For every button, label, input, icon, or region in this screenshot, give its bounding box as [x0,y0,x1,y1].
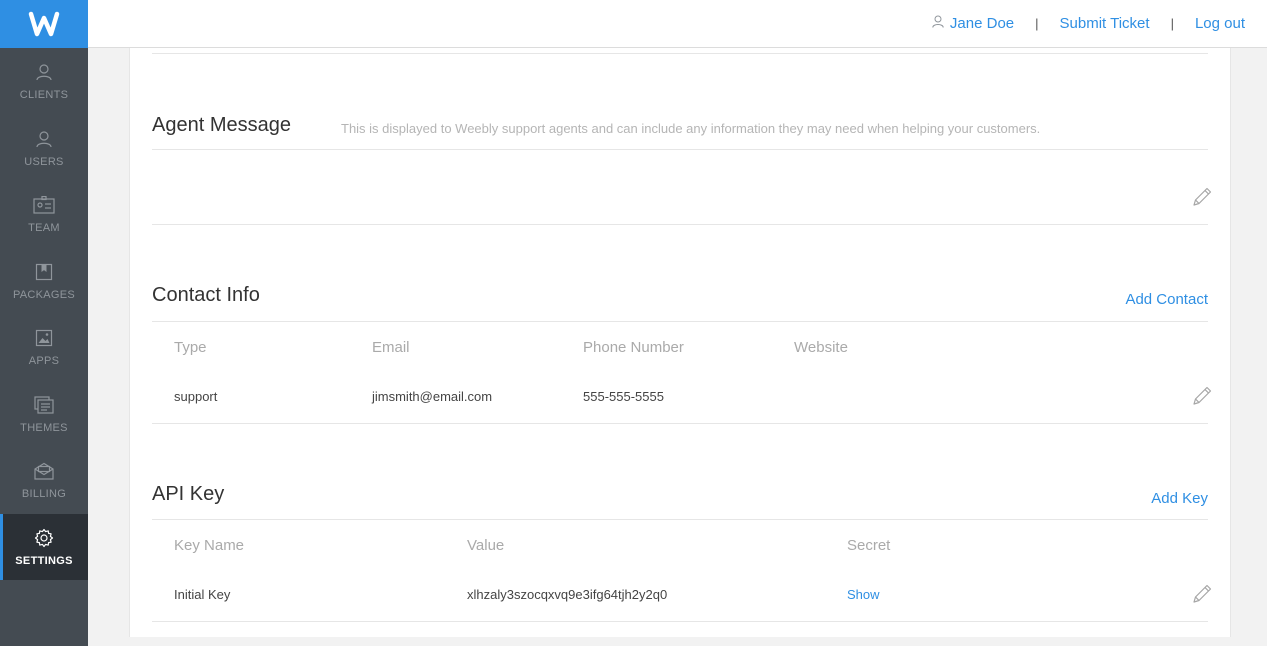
api-key-value-cell: xlhzaly3szocqxvq9e3ifg64tjh2y2q0 [467,587,668,602]
agent-message-title: Agent Message [152,114,291,136]
divider [152,321,1208,322]
column-header-type: Type [174,339,207,356]
agent-message-description: This is displayed to Weebly support agen… [341,121,1041,136]
package-icon [33,261,55,283]
edit-contact-pencil-icon[interactable] [1190,384,1214,408]
sidebar-item-apps[interactable]: APPS [0,314,88,381]
header-separator: | [1170,16,1174,31]
settings-card: Agent Message This is displayed to Weebl… [129,48,1231,637]
sidebar-item-settings[interactable]: SETTINGS [0,513,88,580]
weebly-w-icon [28,11,60,37]
sidebar-item-label: CLIENTS [19,89,69,102]
user-name: Jane Doe [949,15,1015,32]
add-contact-button[interactable]: Add Contact [1125,291,1208,308]
user-icon [932,15,944,32]
sidebar-item-packages[interactable]: PACKAGES [0,248,88,315]
divider [152,149,1208,150]
sidebar-item-label: APPS [28,355,60,368]
edit-agent-message-pencil-icon[interactable] [1190,185,1214,209]
weebly-logo[interactable] [0,0,88,48]
sidebar-item-themes[interactable]: THEMES [0,381,88,448]
edit-api-key-pencil-icon[interactable] [1190,582,1214,606]
divider [152,519,1208,520]
api-key-name-cell: Initial Key [174,587,231,602]
add-key-button[interactable]: Add Key [1151,490,1208,507]
top-header: Jane Doe | Submit Ticket | Log out [88,0,1267,48]
sidebar-item-clients[interactable]: CLIENTS [0,48,88,115]
sidebar-item-label: THEMES [20,421,68,434]
column-header-secret: Secret [847,537,891,554]
person-icon [33,128,55,150]
sidebar-item-label: SETTINGS [15,554,73,567]
gear-icon [33,527,55,549]
team-card-icon [33,194,55,216]
sidebar-item-label: PACKAGES [12,288,76,301]
column-header-key-name: Key Name [174,537,245,554]
header-separator: | [1035,16,1039,31]
api-key-title: API Key [152,483,225,505]
column-header-website: Website [794,339,848,356]
person-icon [33,61,55,83]
show-secret-link[interactable]: Show [847,587,880,602]
logout-link[interactable]: Log out [1195,15,1245,32]
divider [152,423,1208,424]
sidebar-item-team[interactable]: TEAM [0,181,88,248]
column-header-phone: Phone Number [583,339,684,356]
column-header-value: Value [467,537,505,554]
image-icon [33,327,55,349]
billing-icon [33,460,55,482]
contact-email-cell: jimsmith@email.com [372,389,493,404]
sidebar: CLIENTS USERS TEAM PACKAGES APPS THEMES [0,0,88,646]
contact-info-title: Contact Info [152,284,260,306]
themes-icon [33,394,55,416]
sidebar-item-label: TEAM [28,222,60,235]
divider [152,224,1208,225]
column-header-email: Email [372,339,410,356]
sidebar-item-label: BILLING [21,488,67,501]
sidebar-item-users[interactable]: USERS [0,115,88,182]
divider [152,621,1208,622]
sidebar-item-label: USERS [24,155,64,168]
contact-type-cell: support [174,389,218,404]
user-menu-link[interactable]: Jane Doe [932,15,1014,32]
sidebar-item-billing[interactable]: BILLING [0,447,88,514]
contact-phone-cell: 555-555-5555 [583,389,664,404]
divider [152,53,1208,54]
submit-ticket-link[interactable]: Submit Ticket [1060,15,1150,32]
